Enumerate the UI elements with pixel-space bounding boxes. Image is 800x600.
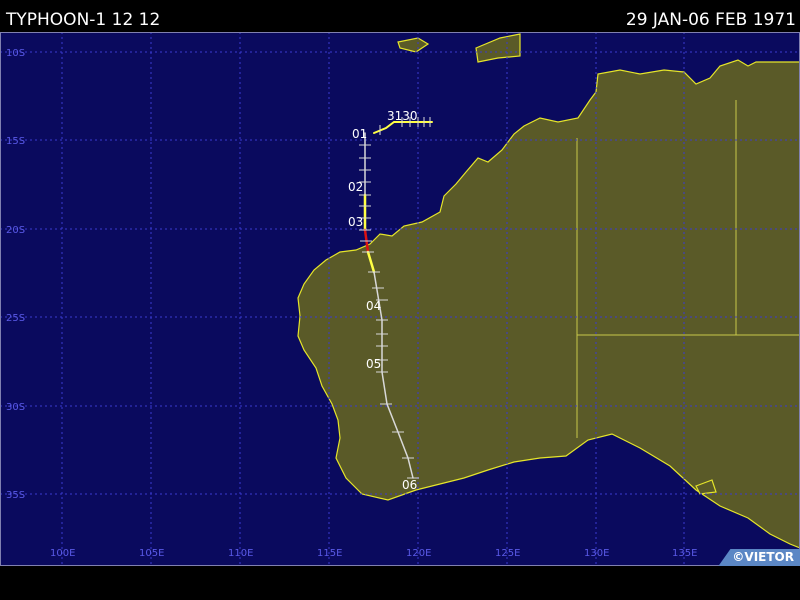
day-label-3130: 3130 (387, 109, 418, 123)
track-map: 10S 15S 20S 25S 30S 35S 100E 105E 110E 115E 120E 1… (0, 32, 800, 566)
credit-badge: ©VIETOR (718, 549, 800, 566)
day-label-02: 02 (348, 180, 363, 194)
day-label-05: 05 (366, 357, 381, 371)
longitude-label: 110E (228, 548, 253, 559)
storm-title: TYPHOON-1 12 12 (6, 10, 161, 30)
day-label-03: 03 (348, 215, 363, 229)
longitude-label: 125E (495, 548, 520, 559)
latitude-label: 15S (6, 136, 25, 147)
date-range: 29 JAN-06 FEB 1971 (625, 10, 796, 30)
longitude-label: 100E (50, 548, 75, 559)
day-label-06: 06 (402, 478, 417, 492)
latitude-label: 30S (6, 402, 25, 413)
longitude-label: 115E (317, 548, 342, 559)
longitude-label: 120E (406, 548, 431, 559)
longitude-label: 135E (672, 548, 697, 559)
latitude-label: 35S (6, 490, 25, 501)
latitude-label: 20S (6, 225, 25, 236)
latitude-label: 25S (6, 313, 25, 324)
longitude-label: 105E (139, 548, 164, 559)
day-label-04: 04 (366, 299, 381, 313)
latitude-label: 10S (6, 48, 25, 59)
longitude-label: 130E (584, 548, 609, 559)
day-label-01: 01 (352, 127, 367, 141)
